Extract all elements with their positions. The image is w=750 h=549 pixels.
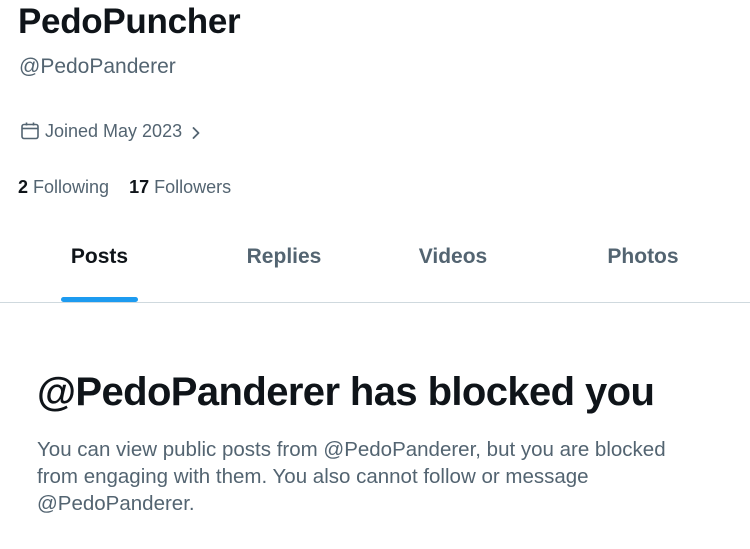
joined-date-text: Joined May 2023 (45, 120, 183, 141)
calendar-icon (20, 121, 40, 141)
joined-date-row[interactable]: Joined May 2023 (20, 119, 203, 143)
following-label: Following (33, 177, 110, 197)
tab-replies[interactable]: Replies (234, 226, 334, 302)
display-name: PedoPuncher (18, 2, 241, 41)
followers-label: Followers (154, 177, 232, 197)
tab-photos-label: Photos (607, 245, 679, 268)
blocked-description: You can view public posts from @PedoPand… (37, 438, 666, 515)
tab-videos-label: Videos (418, 245, 488, 268)
blocked-notice: @PedoPanderer has blocked you You can vi… (37, 366, 727, 517)
tab-posts-label: Posts (70, 245, 129, 268)
tab-videos[interactable]: Videos (403, 226, 503, 302)
profile-handle: @PedoPanderer (19, 55, 176, 78)
following-link[interactable]: 2 Following (18, 177, 109, 198)
chevron-right-icon (189, 124, 203, 139)
tab-replies-label: Replies (246, 245, 322, 268)
following-count: 2 (18, 177, 29, 197)
followers-link[interactable]: 17 Followers (129, 177, 231, 198)
active-tab-indicator (61, 297, 138, 302)
blocked-title: @PedoPanderer has blocked you (37, 370, 655, 414)
follow-stats: 2 Following 17 Followers (18, 177, 251, 198)
tab-photos[interactable]: Photos (593, 226, 693, 302)
profile-tabs: Posts Replies Videos Photos (0, 226, 750, 303)
followers-count: 17 (129, 177, 150, 197)
tab-posts[interactable]: Posts (61, 226, 138, 302)
